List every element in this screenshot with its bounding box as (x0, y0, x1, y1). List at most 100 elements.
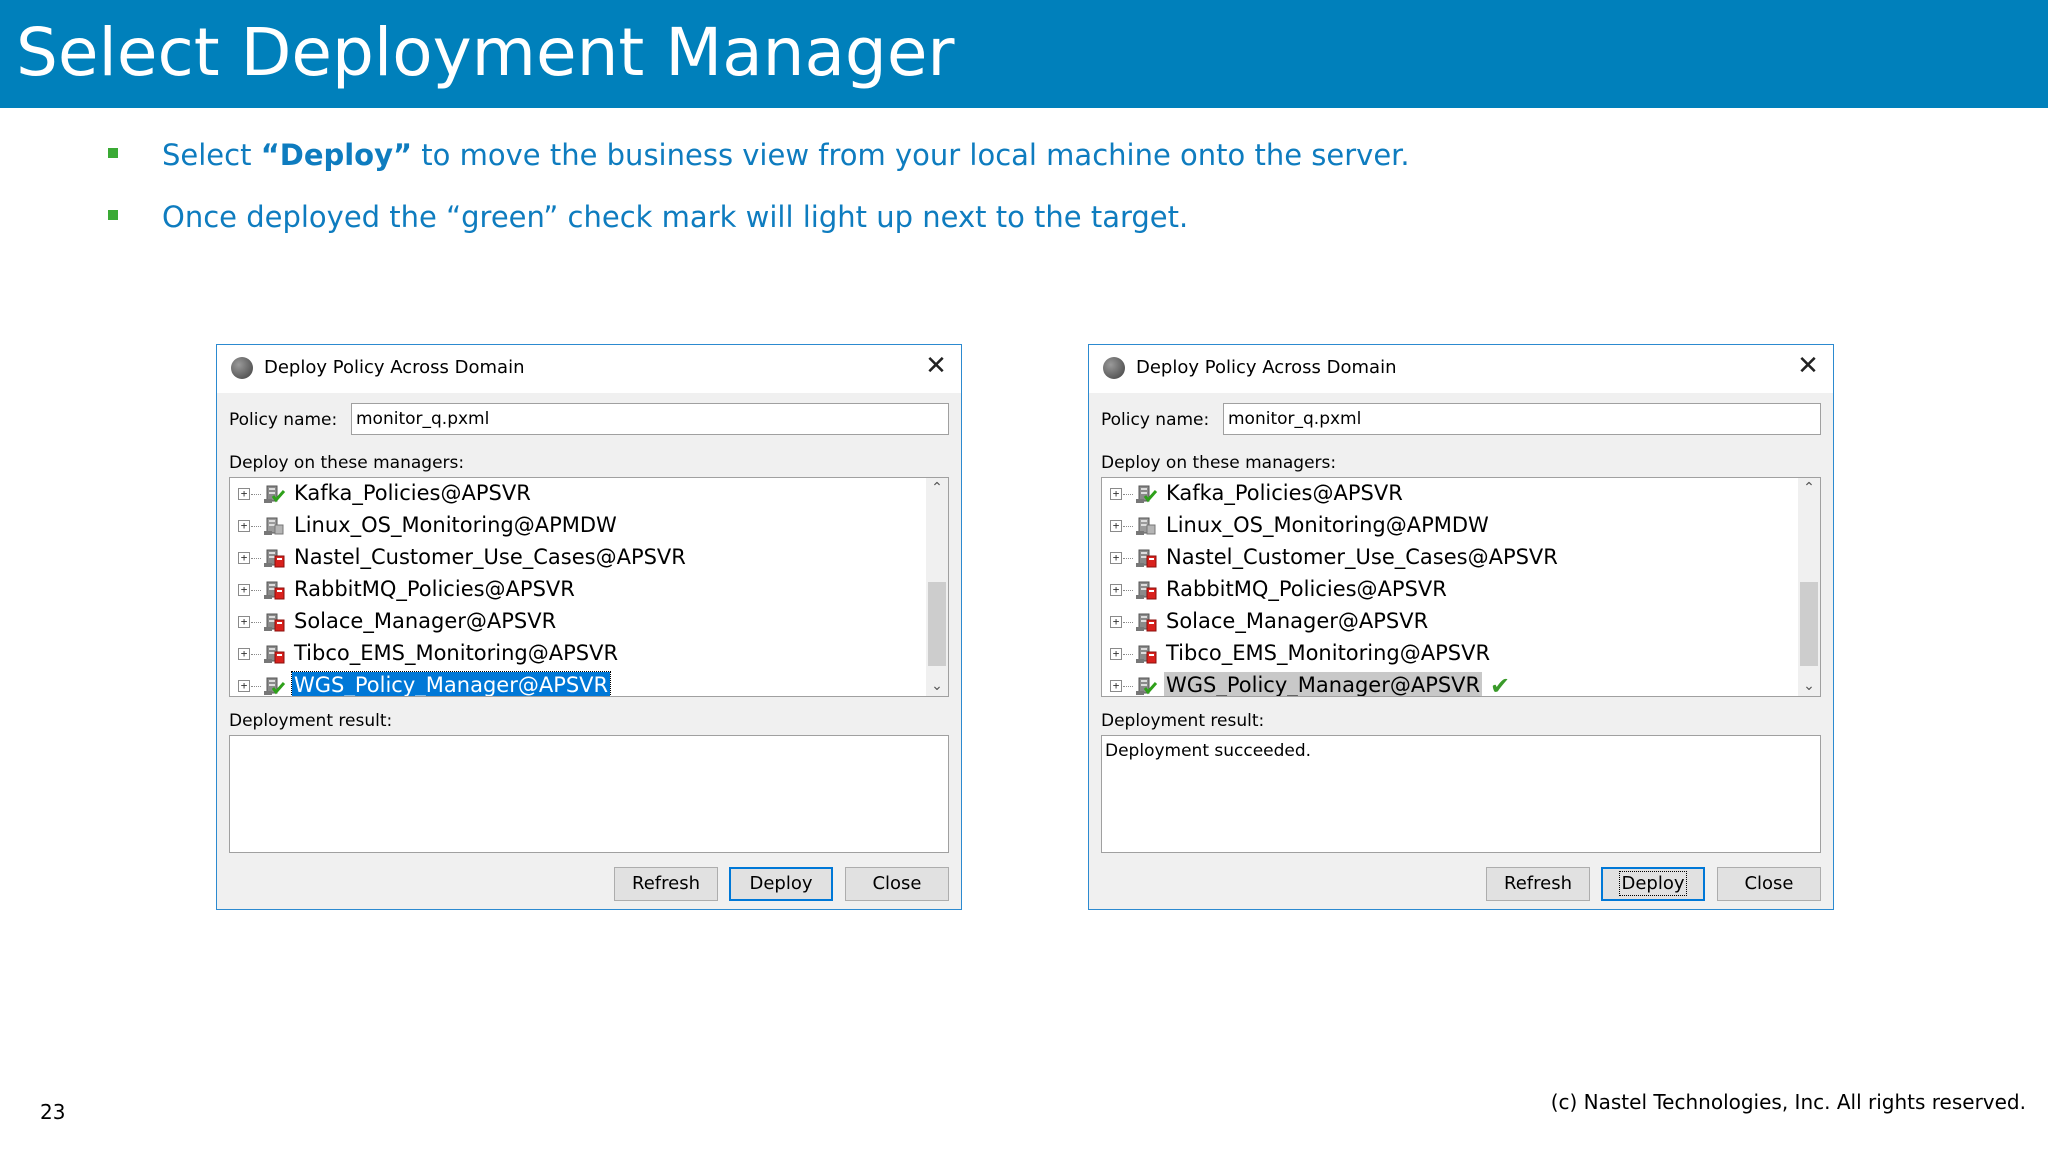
vertical-scrollbar[interactable]: ⌃ ⌄ (1798, 478, 1820, 696)
expand-icon[interactable]: + (238, 680, 250, 692)
tree-connector (1123, 590, 1133, 591)
expand-icon[interactable]: + (1110, 648, 1122, 660)
managers-tree[interactable]: + Kafka_Policies@APSVR + Linux_OS_Monitorin… (1101, 477, 1821, 697)
tree-connector (1123, 526, 1133, 527)
policy-name-label: Policy name: (229, 410, 338, 430)
deploy-button-label: Deploy (1619, 871, 1687, 896)
expand-icon[interactable]: + (238, 488, 250, 500)
manager-tree-item[interactable]: + Linux_OS_Monitoring@APMDW (1102, 510, 1792, 542)
server-red-icon (262, 642, 286, 666)
dialog-body: Policy name: monitor_q.pxml Deploy on th… (217, 393, 961, 909)
expand-icon[interactable]: + (238, 520, 250, 532)
tree-connector (1123, 558, 1133, 559)
expand-icon[interactable]: + (238, 616, 250, 628)
manager-tree-item[interactable]: + Solace_Manager@APSVR (230, 606, 920, 638)
tree-connector (251, 526, 261, 527)
scroll-down-icon[interactable]: ⌄ (926, 676, 948, 696)
expand-icon[interactable]: + (238, 552, 250, 564)
refresh-button[interactable]: Refresh (614, 867, 718, 901)
deploy-button[interactable]: Deploy (729, 867, 833, 901)
manager-name: Nastel_Customer_Use_Cases@APSVR (294, 545, 686, 569)
dialog-body: Policy name: monitor_q.pxml Deploy on th… (1089, 393, 1833, 909)
tree-connector (251, 558, 261, 559)
deploy-policy-dialog: Deploy Policy Across Domain ✕ Policy nam… (1088, 344, 1834, 910)
deploy-button[interactable]: Deploy (1601, 867, 1705, 901)
expand-icon[interactable]: + (1110, 584, 1122, 596)
manager-tree-item[interactable]: + Tibco_EMS_Monitoring@APSVR (1102, 638, 1792, 670)
close-button[interactable]: Close (845, 867, 949, 901)
manager-name: RabbitMQ_Policies@APSVR (1166, 577, 1447, 601)
tree-connector (1123, 622, 1133, 623)
server-red-icon (1134, 642, 1158, 666)
manager-name: Linux_OS_Monitoring@APMDW (1166, 513, 1489, 537)
expand-icon[interactable]: + (1110, 488, 1122, 500)
manager-tree-item[interactable]: + Kafka_Policies@APSVR (1102, 478, 1792, 510)
tree-connector (251, 654, 261, 655)
refresh-button[interactable]: Refresh (1486, 867, 1590, 901)
tree-connector (1123, 654, 1133, 655)
server-gray-icon (1134, 514, 1158, 538)
manager-name: Nastel_Customer_Use_Cases@APSVR (1166, 545, 1558, 569)
manager-tree-item[interactable]: + Linux_OS_Monitoring@APMDW (230, 510, 920, 542)
server-red-icon (262, 610, 286, 634)
dialog-titlebar: Deploy Policy Across Domain ✕ (217, 345, 961, 393)
tree-connector (251, 494, 261, 495)
server-red-icon (1134, 546, 1158, 570)
close-icon[interactable]: ✕ (1795, 353, 1821, 379)
tree-connector (251, 622, 261, 623)
app-icon (1103, 357, 1125, 379)
bullet-text: Once deployed the “green” check mark wil… (162, 200, 1189, 234)
scrollbar-thumb[interactable] (1800, 582, 1818, 666)
manager-name: Tibco_EMS_Monitoring@APSVR (294, 641, 619, 665)
close-icon[interactable]: ✕ (923, 353, 949, 379)
tree-connector (251, 590, 261, 591)
scroll-up-icon[interactable]: ⌃ (926, 478, 948, 498)
copyright-text: (c) Nastel Technologies, Inc. All rights… (1550, 1090, 2026, 1114)
manager-tree-item[interactable]: + Solace_Manager@APSVR (1102, 606, 1792, 638)
manager-tree-item[interactable]: + Kafka_Policies@APSVR (230, 478, 920, 510)
dialog-title: Deploy Policy Across Domain (264, 357, 525, 378)
policy-name-field[interactable]: monitor_q.pxml (351, 403, 949, 435)
scroll-up-icon[interactable]: ⌃ (1798, 478, 1820, 498)
expand-icon[interactable]: + (1110, 552, 1122, 564)
managers-tree[interactable]: + Kafka_Policies@APSVR + Linux_OS_Monitorin… (229, 477, 949, 697)
bullet-square-icon (108, 210, 118, 220)
manager-tree-item[interactable]: + RabbitMQ_Policies@APSVR (230, 574, 920, 606)
manager-name: RabbitMQ_Policies@APSVR (294, 577, 575, 601)
deployed-check-icon: ✔ (1490, 672, 1511, 697)
bullet-item: Select “Deploy” to move the business vie… (108, 132, 2008, 194)
manager-name: Solace_Manager@APSVR (1166, 609, 1429, 633)
expand-icon[interactable]: + (1110, 616, 1122, 628)
expand-icon[interactable]: + (1110, 680, 1122, 692)
bullet-list: Select “Deploy” to move the business vie… (108, 132, 2008, 256)
tree-connector (251, 686, 261, 687)
policy-name-field[interactable]: monitor_q.pxml (1223, 403, 1821, 435)
deployment-result-box[interactable]: Deployment succeeded. (1101, 735, 1821, 853)
vertical-scrollbar[interactable]: ⌃ ⌄ (926, 478, 948, 696)
manager-tree-item[interactable]: + Tibco_EMS_Monitoring@APSVR (230, 638, 920, 670)
expand-icon[interactable]: + (1110, 520, 1122, 532)
server-green-icon (1134, 674, 1158, 696)
manager-tree-item[interactable]: + WGS_Policy_Manager@APSVR (230, 670, 920, 696)
manager-tree-item[interactable]: + WGS_Policy_Manager@APSVR ✔ (1102, 670, 1792, 697)
manager-name: Kafka_Policies@APSVR (294, 481, 531, 505)
server-gray-icon (262, 514, 286, 538)
manager-tree-item[interactable]: + RabbitMQ_Policies@APSVR (1102, 574, 1792, 606)
server-green-icon (262, 482, 286, 506)
server-red-icon (1134, 610, 1158, 634)
close-button[interactable]: Close (1717, 867, 1821, 901)
deploy-policy-dialog: Deploy Policy Across Domain ✕ Policy nam… (216, 344, 962, 910)
scrollbar-thumb[interactable] (928, 582, 946, 666)
expand-icon[interactable]: + (238, 648, 250, 660)
result-label: Deployment result: (1101, 711, 1265, 731)
server-red-icon (262, 578, 286, 602)
deployment-result-box[interactable] (229, 735, 949, 853)
manager-tree-item[interactable]: + Nastel_Customer_Use_Cases@APSVR (1102, 542, 1792, 574)
scroll-down-icon[interactable]: ⌄ (1798, 676, 1820, 696)
expand-icon[interactable]: + (238, 584, 250, 596)
server-green-icon (262, 674, 286, 696)
server-green-icon (1134, 482, 1158, 506)
manager-tree-item[interactable]: + Nastel_Customer_Use_Cases@APSVR (230, 542, 920, 574)
server-red-icon (1134, 578, 1158, 602)
slide-title: Select Deployment Manager (16, 14, 955, 91)
